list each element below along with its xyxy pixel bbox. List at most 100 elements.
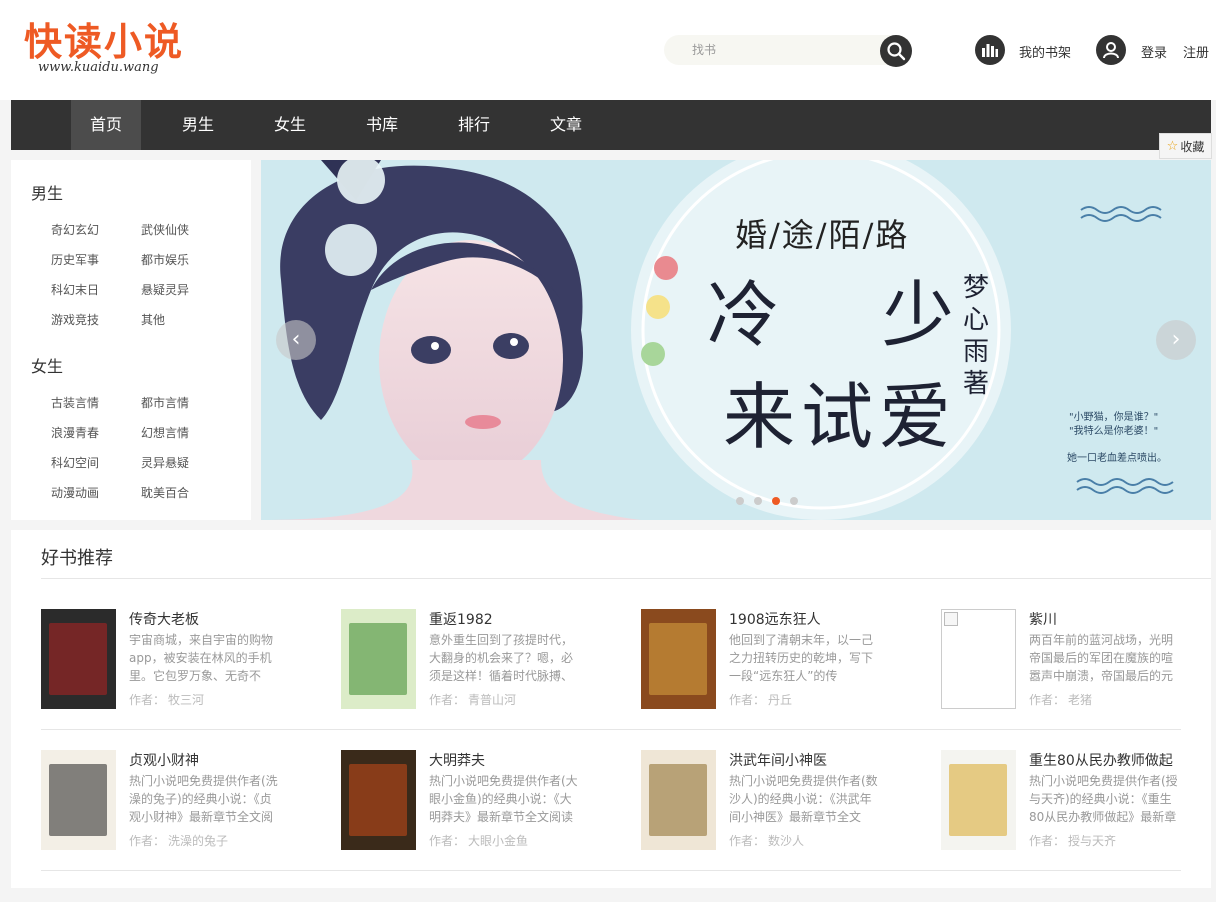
category-link[interactable]: 耽美百合 xyxy=(141,484,189,501)
carousel-dot[interactable] xyxy=(736,497,744,505)
book-card[interactable]: 重生80从民办教师做起热门小说吧免费提供作者(授与天齐)的经典小说：《重生80从… xyxy=(941,750,1216,852)
book-cover[interactable] xyxy=(41,609,116,709)
category-link[interactable]: 悬疑灵异 xyxy=(141,281,189,298)
cover-art xyxy=(349,623,407,695)
main-nav: 首页 男生 女生 书库 排行 文章 xyxy=(11,100,1211,150)
book-title[interactable]: 大明莽夫 xyxy=(429,750,485,770)
user-icon[interactable] xyxy=(1096,35,1126,65)
book-author[interactable]: 大眼小金鱼 xyxy=(468,832,528,849)
author-label: 作者： xyxy=(1029,834,1066,848)
carousel-dot[interactable] xyxy=(790,497,798,505)
book-author[interactable]: 数沙人 xyxy=(768,832,804,849)
book-cover[interactable] xyxy=(41,750,116,850)
logo-main-text: 快读小说 xyxy=(24,19,185,64)
divider xyxy=(41,870,1181,871)
category-link[interactable]: 灵异悬疑 xyxy=(141,454,189,471)
book-card[interactable]: 大明莽夫热门小说吧免费提供作者(大眼小金鱼)的经典小说：《大明莽夫》最新章节全文… xyxy=(341,750,631,852)
category-link[interactable]: 古装言情 xyxy=(51,394,99,411)
favorite-label: 收藏 xyxy=(1180,139,1205,154)
book-title[interactable]: 传奇大老板 xyxy=(129,609,199,629)
author-label: 作者： xyxy=(429,693,466,707)
book-author[interactable]: 授与天齐 xyxy=(1068,832,1116,849)
search-input[interactable] xyxy=(692,41,872,59)
book-description: 热门小说吧免费提供作者(授与天齐)的经典小说：《重生80从民办教师做起》最新章 xyxy=(1029,774,1178,824)
category-link[interactable]: 都市娱乐 xyxy=(141,251,189,268)
carousel-dot-active[interactable] xyxy=(772,497,780,505)
book-author[interactable]: 洗澡的兔子 xyxy=(168,832,228,849)
book-author[interactable]: 老猪 xyxy=(1068,691,1092,708)
book-card[interactable]: 1908远东狂人他回到了清朝末年，以一己之力扭转历史的乾坤，写下一段“远东狂人”… xyxy=(641,609,931,711)
search-box xyxy=(664,35,912,67)
banner-author: 梦心雨著 xyxy=(963,273,990,399)
book-card[interactable]: 紫川 两百年前的蓝河战场，光明帝国最后的军团在魔族的喧嚣声中崩溃，帝国最后的元 作者… xyxy=(941,609,1216,711)
book-title[interactable]: 重生80从民办教师做起 xyxy=(1029,750,1173,770)
banner-series-title: 婚/途/陌/路 xyxy=(735,216,910,254)
nav-library[interactable]: 书库 xyxy=(347,100,417,150)
book-description: 他回到了清朝末年，以一己之力扭转历史的乾坤，写下一段“远东狂人”的传 xyxy=(729,633,874,683)
banner-book-title-1: 冷 少 xyxy=(707,273,994,357)
favorite-button[interactable]: ☆ 收藏 xyxy=(1159,133,1212,159)
nav-female[interactable]: 女生 xyxy=(255,100,325,150)
banner-prev-button[interactable]: ‹ xyxy=(276,320,316,360)
banner-next-button[interactable]: › xyxy=(1156,320,1196,360)
site-header: 快读小说 www.kuaidu.wang 我的书架 登录 注册 xyxy=(0,0,1216,100)
register-link[interactable]: 注册 xyxy=(1183,42,1209,61)
category-link[interactable]: 武侠仙侠 xyxy=(141,221,189,238)
login-link[interactable]: 登录 xyxy=(1141,42,1167,61)
banner-carousel[interactable]: 婚/途/陌/路 冷 少 来试爱 梦心雨著 "小野猫，你是谁？" "我特么是你老婆… xyxy=(261,160,1211,520)
category-link[interactable]: 动漫动画 xyxy=(51,484,99,501)
category-link[interactable]: 科幻空间 xyxy=(51,454,99,471)
author-label: 作者： xyxy=(129,693,166,707)
book-title[interactable]: 贞观小财神 xyxy=(129,750,199,770)
my-bookshelf-link[interactable]: 我的书架 xyxy=(1019,42,1071,61)
author-label: 作者： xyxy=(729,834,766,848)
banner-quote-1: "小野猫，你是谁？" xyxy=(1069,412,1159,423)
book-cover[interactable] xyxy=(341,750,416,850)
search-button[interactable] xyxy=(880,35,912,67)
carousel-dot[interactable] xyxy=(754,497,762,505)
book-cover[interactable] xyxy=(341,609,416,709)
author-label: 作者： xyxy=(1029,693,1066,707)
category-link[interactable]: 其他 xyxy=(141,311,165,328)
book-author[interactable]: 丹丘 xyxy=(768,691,792,708)
nav-male[interactable]: 男生 xyxy=(163,100,233,150)
book-cover[interactable] xyxy=(941,750,1016,850)
book-card[interactable]: 传奇大老板 宇宙商城，来自宇宙的购物app，被安装在林风的手机里。它包罗万象、无奇… xyxy=(41,609,331,711)
category-link[interactable]: 都市言情 xyxy=(141,394,189,411)
book-description: 热门小说吧免费提供作者(大眼小金鱼)的经典小说：《大明莽夫》最新章节全文阅读 xyxy=(429,774,578,824)
book-author[interactable]: 青普山河 xyxy=(468,691,516,708)
book-cover[interactable] xyxy=(641,609,716,709)
category-link[interactable]: 历史军事 xyxy=(51,251,99,268)
category-link[interactable]: 游戏竞技 xyxy=(51,311,99,328)
book-title[interactable]: 1908远东狂人 xyxy=(729,609,821,629)
category-link[interactable]: 科幻末日 xyxy=(51,281,99,298)
author-label: 作者： xyxy=(729,693,766,707)
book-title[interactable]: 洪武年间小神医 xyxy=(729,750,827,770)
book-card[interactable]: 贞观小财神 热门小说吧免费提供作者(洗澡的兔子)的经典小说：《贞观小财神》最新章节… xyxy=(41,750,331,852)
book-card[interactable]: 重返1982 意外重生回到了孩提时代，大翻身的机会来了？嗯，必须是这样！循着时代脉… xyxy=(341,609,631,711)
book-title[interactable]: 紫川 xyxy=(1029,609,1057,629)
book-card[interactable]: 洪武年间小神医 热门小说吧免费提供作者(数沙人)的经典小说：《洪武年间小神医》最新… xyxy=(641,750,931,852)
nav-ranking[interactable]: 排行 xyxy=(439,100,509,150)
book-cover[interactable] xyxy=(941,609,1016,709)
site-logo[interactable]: 快读小说 www.kuaidu.wang xyxy=(24,20,214,80)
book-title[interactable]: 重返1982 xyxy=(429,609,493,629)
female-category-title: 女生 xyxy=(31,357,64,376)
bookshelf-icon[interactable] xyxy=(975,35,1005,65)
banner-quote-3: 她一口老血差点喷出。 xyxy=(1067,453,1167,464)
category-link[interactable]: 幻想言情 xyxy=(141,424,189,441)
star-icon: ☆ xyxy=(1166,138,1179,154)
search-icon xyxy=(887,42,906,61)
category-sidebar: 男生 奇幻玄幻 武侠仙侠 历史军事 都市娱乐 科幻末日 悬疑灵异 游戏竞技 其他… xyxy=(11,160,251,520)
nav-articles[interactable]: 文章 xyxy=(531,100,601,150)
category-link[interactable]: 浪漫青春 xyxy=(51,424,99,441)
category-link[interactable]: 奇幻玄幻 xyxy=(51,221,99,238)
book-author[interactable]: 牧三河 xyxy=(168,691,204,708)
chevron-left-icon: ‹ xyxy=(291,327,301,352)
nav-home[interactable]: 首页 xyxy=(71,100,141,150)
book-cover[interactable] xyxy=(641,750,716,850)
section-title: 好书推荐 xyxy=(41,548,113,569)
author-label: 作者： xyxy=(429,834,466,848)
author-label: 作者： xyxy=(129,834,166,848)
book-description: 意外重生回到了孩提时代，大翻身的机会来了？嗯，必须是这样！循着时代脉搏、 xyxy=(429,633,574,683)
